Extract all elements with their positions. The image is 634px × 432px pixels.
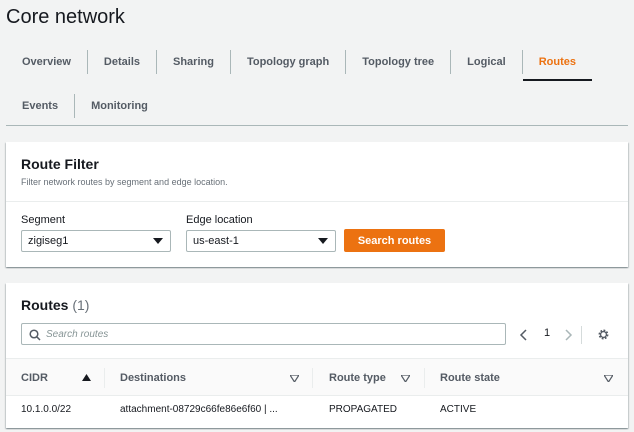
tab-monitoring[interactable]: Monitoring [75, 94, 164, 118]
sort-icon[interactable] [401, 375, 410, 382]
tab-events[interactable]: Events [6, 94, 76, 118]
cell-route-type: PROPAGATED [329, 404, 397, 415]
cell-destinations[interactable]: attachment-08729c66fe86e6f60 | ... [120, 404, 278, 415]
tab-row-2: Events Monitoring [6, 88, 164, 124]
tab-details[interactable]: Details [88, 50, 157, 74]
segment-select[interactable]: zigiseg1 [21, 230, 171, 252]
edge-location-select[interactable]: us-east-1 [186, 230, 336, 252]
routes-title-text: Routes [21, 297, 69, 313]
tab-topology-graph[interactable]: Topology graph [231, 50, 347, 74]
edge-location-select-value: us-east-1 [193, 235, 239, 247]
tab-logical[interactable]: Logical [451, 50, 523, 74]
routes-count: (1) [72, 297, 90, 313]
route-filter-header: Route Filter Filter network routes by se… [6, 142, 628, 202]
tab-overview[interactable]: Overview [6, 50, 88, 74]
page-title: Core network [6, 6, 125, 28]
route-filter-title: Route Filter [21, 156, 99, 172]
cell-cidr: 10.1.0.0/22 [21, 404, 72, 415]
routes-title: Routes (1) [21, 297, 89, 313]
search-routes-placeholder: Search routes [46, 328, 109, 340]
column-divider [312, 368, 313, 388]
page-number[interactable]: 1 [544, 327, 550, 339]
column-header-route-state[interactable]: Route state [440, 359, 500, 397]
pager-divider [581, 326, 582, 344]
segment-select-value: zigiseg1 [28, 235, 69, 247]
column-divider [104, 368, 105, 388]
edge-location-label: Edge location [186, 214, 253, 226]
search-routes-button[interactable]: Search routes [344, 229, 445, 252]
route-filter-description: Filter network routes by segment and edg… [21, 177, 228, 187]
sort-icon[interactable] [604, 375, 613, 382]
column-header-cidr[interactable]: CIDR [21, 359, 48, 397]
sort-icon[interactable] [290, 375, 299, 382]
routes-panel: Routes (1) Search routes 1 CIDR Destinat… [6, 283, 628, 428]
tab-topology-tree[interactable]: Topology tree [346, 50, 452, 74]
sort-ascending-icon[interactable] [82, 374, 91, 381]
column-header-route-type[interactable]: Route type [329, 359, 386, 397]
caret-down-icon [153, 238, 163, 244]
tab-sharing[interactable]: Sharing [157, 50, 231, 74]
caret-down-icon [318, 238, 328, 244]
gear-icon[interactable] [597, 328, 610, 341]
chevron-right-icon[interactable] [563, 329, 573, 341]
cell-route-state: ACTIVE [440, 404, 477, 415]
tab-bar: Overview Details Sharing Topology graph … [6, 44, 628, 126]
column-header-destinations[interactable]: Destinations [120, 359, 186, 397]
search-icon [29, 329, 41, 341]
route-filter-panel: Route Filter Filter network routes by se… [6, 142, 628, 267]
search-routes-input[interactable]: Search routes [21, 323, 506, 345]
segment-label: Segment [21, 214, 66, 226]
chevron-left-icon[interactable] [519, 329, 529, 341]
tab-routes[interactable]: Routes [522, 50, 593, 81]
tab-row-1: Overview Details Sharing Topology graph … [6, 44, 593, 81]
table-header: CIDR Destinations Route type Route state [6, 358, 628, 396]
column-divider [424, 368, 425, 388]
